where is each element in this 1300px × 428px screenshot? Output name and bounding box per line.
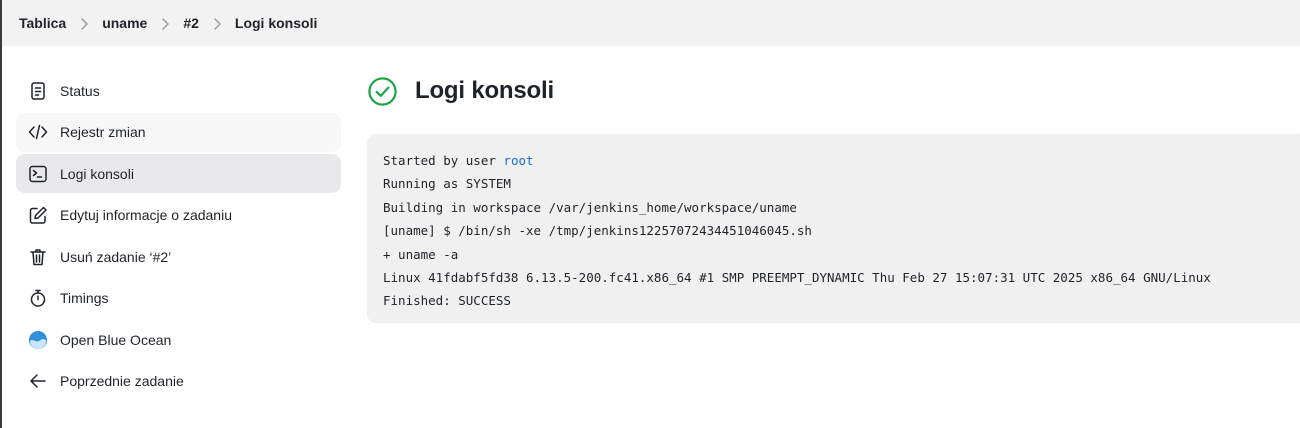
document-icon	[27, 80, 49, 102]
sidebar-item-console[interactable]: Logi konsoli	[16, 154, 341, 193]
console-line: + uname -a	[383, 246, 459, 262]
console-line: Started by user root	[383, 149, 1291, 172]
window-left-border	[0, 0, 2, 428]
console-line: Running as SYSTEM	[383, 176, 511, 192]
console-line: Finished: SUCCESS	[383, 293, 511, 309]
sidebar-item-timings[interactable]: Timings	[16, 279, 341, 318]
sidebar-item-label: Poprzednie zadanie	[60, 373, 184, 389]
chevron-right-icon	[199, 15, 235, 31]
sidebar-item-edit[interactable]: Edytuj informacje o zadaniu	[16, 196, 341, 235]
sidebar-item-delete[interactable]: Usuń zadanie ‘#2’	[16, 237, 341, 276]
page-header: Logi konsoli	[367, 74, 554, 108]
sidebar-item-changes[interactable]: Rejestr zmian	[16, 112, 341, 152]
breadcrumb-item-dashboard[interactable]: Tablica	[19, 15, 66, 31]
sidebar-item-blue-ocean[interactable]: Open Blue Ocean	[16, 320, 341, 359]
sidebar-item-label: Usuń zadanie ‘#2’	[60, 248, 172, 265]
sidebar-item-label: Status	[60, 82, 100, 99]
console-text: Started by user	[383, 153, 504, 168]
breadcrumb-item-job[interactable]: uname	[102, 15, 147, 31]
sidebar-item-previous-build[interactable]: Poprzednie zadanie	[16, 362, 341, 401]
breadcrumb: Tablica uname #2 Logi konsoli	[2, 0, 1300, 46]
trash-icon	[27, 246, 49, 268]
chevron-right-icon	[66, 15, 102, 31]
edit-icon	[27, 204, 49, 226]
console-line: Linux 41fdabf5fd38 6.13.5-200.fc41.x86_6…	[383, 269, 1211, 285]
page-title: Logi konsoli	[415, 77, 554, 104]
sidebar-item-status[interactable]: Status	[16, 71, 341, 110]
sidebar-item-label: Timings	[60, 290, 109, 306]
code-icon	[27, 121, 49, 143]
sidebar-item-label: Logi konsoli	[60, 165, 134, 182]
sidebar: Status Rejestr zmian Logi konsoli Edytuj…	[16, 71, 341, 403]
terminal-icon	[27, 163, 49, 185]
check-circle-icon	[368, 76, 397, 106]
user-link[interactable]: root	[503, 153, 533, 168]
console-output: Started by user root Running as SYSTEM B…	[367, 134, 1300, 323]
sidebar-item-label: Open Blue Ocean	[60, 331, 172, 348]
chevron-right-icon	[147, 15, 183, 31]
sidebar-item-label: Rejestr zmian	[60, 124, 146, 140]
console-line: [uname] $ /bin/sh -xe /tmp/jenkins122570…	[383, 223, 812, 239]
arrow-left-icon	[27, 370, 49, 392]
console-line: Building in workspace /var/jenkins_home/…	[383, 199, 797, 215]
stopwatch-icon	[27, 287, 49, 309]
breadcrumb-item-console[interactable]: Logi konsoli	[235, 15, 317, 31]
breadcrumb-item-build[interactable]: #2	[183, 15, 199, 31]
sidebar-item-label: Edytuj informacje o zadaniu	[60, 207, 232, 223]
blue-ocean-icon	[27, 329, 49, 351]
